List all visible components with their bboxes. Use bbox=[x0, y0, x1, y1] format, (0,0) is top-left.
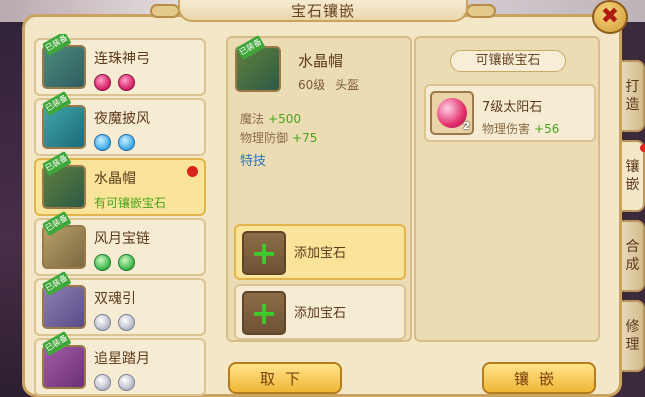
window-title: 宝石镶嵌 bbox=[178, 0, 468, 22]
gem-item-sun-stone[interactable]: 2 7级太阳石 物理伤害 +56 bbox=[424, 84, 596, 142]
close-icon: ✖ bbox=[600, 4, 620, 29]
add-gem-slot-2[interactable]: + 添加宝石 bbox=[234, 284, 406, 340]
add-gem-label: 添加宝石 bbox=[294, 246, 347, 261]
equipment-name: 追星踏月 bbox=[94, 351, 150, 367]
equipment-item-zhuixing-tayue[interactable]: 已装备 追星踏月 bbox=[34, 331, 206, 396]
stat-label: 魔法 bbox=[240, 112, 265, 126]
detail-level-slot: 60级 头盔 bbox=[298, 76, 359, 93]
equipment-name: 水晶帽 bbox=[94, 171, 136, 187]
stat-row: 魔法 +500 bbox=[240, 110, 301, 127]
alert-dot-icon bbox=[640, 144, 645, 152]
gem-name: 7级太阳石 bbox=[482, 100, 543, 115]
plus-icon: + bbox=[242, 291, 286, 335]
detail-name: 水晶帽 bbox=[298, 52, 344, 70]
alert-dot-icon bbox=[187, 166, 198, 177]
detail-slot: 头盔 bbox=[335, 78, 360, 92]
white-gem-icon bbox=[94, 374, 111, 391]
equipment-item-lianzhu-shengong[interactable]: 已装备 连珠神弓 bbox=[34, 34, 206, 96]
detail-level: 60级 bbox=[298, 78, 326, 92]
equipment-name: 双魂引 bbox=[94, 291, 136, 307]
equipment-item-shuanghun-yin[interactable]: 已装备 双魂引 bbox=[34, 271, 206, 336]
equipment-item-yemo-pifeng[interactable]: 已装备 夜魔披风 bbox=[34, 91, 206, 156]
equipment-detail-panel: 已装备 水晶帽 60级 头盔 魔法 +500 物理防御 +75 特技 + 添加宝石 … bbox=[226, 35, 412, 342]
skill-label[interactable]: 特技 bbox=[240, 150, 266, 169]
title-ornament-right bbox=[466, 4, 496, 18]
stat-row: 物理防御 +75 bbox=[240, 129, 317, 146]
white-gem-icon bbox=[94, 314, 111, 331]
white-gem-icon bbox=[118, 374, 135, 391]
equipment-name: 连珠神弓 bbox=[94, 51, 150, 67]
add-gem-slot-1[interactable]: + 添加宝石 bbox=[234, 224, 406, 280]
stat-label: 物理防御 bbox=[240, 131, 289, 145]
tab-forge[interactable]: 打造 bbox=[622, 60, 645, 132]
gem-effect-label: 物理伤害 bbox=[482, 122, 531, 136]
gem-panel: 可镶嵌宝石 2 7级太阳石 物理伤害 +56 bbox=[414, 36, 600, 342]
equipment-item-shuijing-mao[interactable]: 已装备 水晶帽 有可镶嵌宝石 bbox=[34, 151, 206, 216]
remove-button[interactable]: 取下 bbox=[228, 362, 342, 394]
gem-effect-value: +56 bbox=[534, 122, 560, 136]
add-gem-label: 添加宝石 bbox=[294, 306, 347, 321]
inlay-button[interactable]: 镶嵌 bbox=[482, 362, 596, 394]
plus-icon: + bbox=[242, 231, 286, 275]
blue-gem-icon bbox=[94, 134, 111, 151]
green-gem-icon bbox=[118, 254, 135, 271]
tab-repair[interactable]: 修理 bbox=[622, 300, 645, 372]
side-tabs: 打造 镶嵌 合成 修理 bbox=[622, 50, 645, 397]
gem-icon-level: 2 bbox=[463, 121, 470, 132]
close-button[interactable]: ✖ bbox=[592, 0, 628, 34]
tab-compose[interactable]: 合成 bbox=[622, 220, 645, 292]
gem-effect: 物理伤害 +56 bbox=[482, 120, 559, 137]
equipment-list[interactable]: 已装备 连珠神弓 已装备 夜魔披风 已装备 水晶帽 有可镶嵌宝石 已装备 风月宝… bbox=[34, 34, 208, 397]
equipment-item-fengyue-baolian[interactable]: 已装备 风月宝链 bbox=[34, 211, 206, 276]
blue-gem-icon bbox=[118, 134, 135, 151]
stat-value: +75 bbox=[292, 131, 318, 145]
green-gem-icon bbox=[94, 254, 111, 271]
gem-panel-header: 可镶嵌宝石 bbox=[450, 50, 566, 72]
red-gem-icon bbox=[94, 74, 111, 91]
equipment-subtitle: 有可镶嵌宝石 bbox=[94, 196, 167, 210]
equipment-name: 风月宝链 bbox=[94, 231, 150, 247]
stat-value: +500 bbox=[268, 112, 301, 126]
red-gem-icon bbox=[118, 74, 135, 91]
equipment-name: 夜魔披风 bbox=[94, 111, 150, 127]
gem-slot: 2 bbox=[430, 91, 474, 135]
white-gem-icon bbox=[118, 314, 135, 331]
title-ornament-left bbox=[150, 4, 180, 18]
